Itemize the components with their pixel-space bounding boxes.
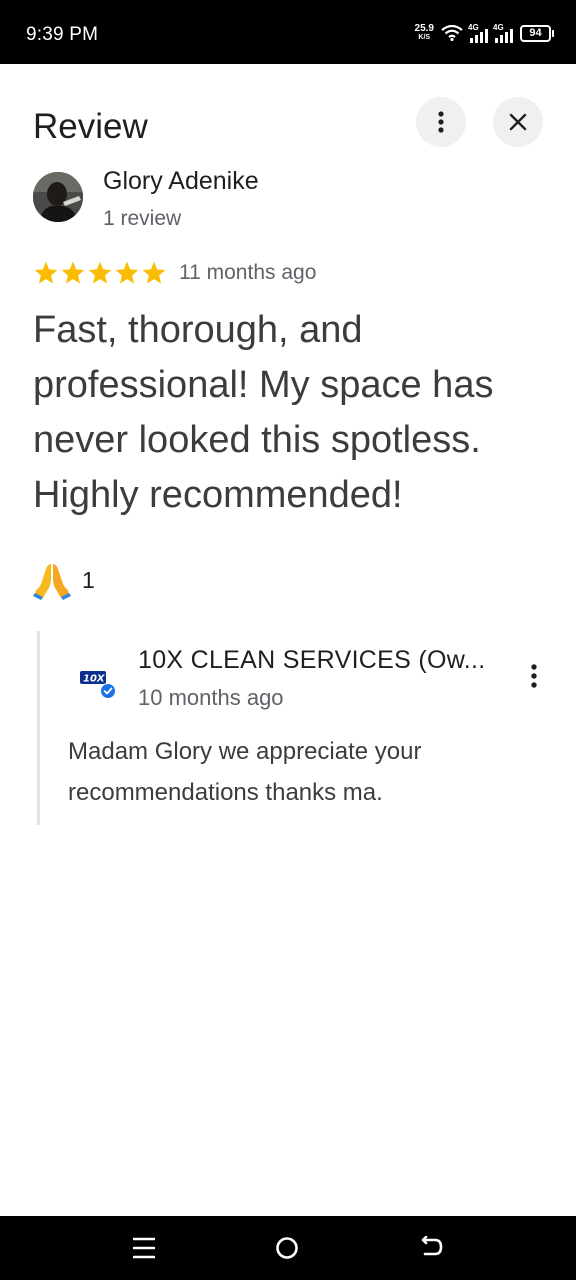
home-icon (276, 1237, 298, 1259)
recents-button[interactable] (129, 1234, 159, 1262)
home-button[interactable] (272, 1234, 302, 1262)
more-vert-icon (531, 664, 537, 688)
status-time: 9:39 PM (26, 24, 99, 45)
network-speed: 25.9 K/S (415, 24, 434, 42)
review-text: Fast, thorough, and professional! My spa… (33, 309, 494, 516)
owner-reply-date: 10 months ago (138, 685, 284, 710)
reply-more-options-button[interactable] (520, 661, 548, 691)
more-options-button[interactable] (416, 97, 466, 147)
star-icon (142, 261, 166, 284)
status-bar: 9:39 PM 25.9 K/S 4G 4G 94 (0, 0, 576, 64)
close-icon (509, 113, 527, 131)
reviewer-name[interactable]: Glory Adenike (103, 167, 259, 196)
star-icon (115, 261, 139, 284)
folded-hands-emoji-icon (33, 564, 71, 600)
owner-name[interactable]: 10X CLEAN SERVICES (Ow... (138, 646, 485, 675)
battery-level: 94 (520, 24, 551, 42)
owner-logo-text: 10X (83, 674, 106, 685)
star-icon (34, 261, 58, 284)
recents-icon (133, 1237, 155, 1259)
rating-row: 11 months ago (33, 260, 316, 286)
page-title: Review (33, 107, 148, 146)
reviewer-review-count: 1 review (103, 207, 182, 230)
owner-reply: 10X 10X CLEAN SERVICES (Ow... 10 months … (37, 631, 557, 825)
close-button[interactable] (493, 97, 543, 147)
avatar-photo (33, 172, 83, 222)
signal-sim2-icon: 4G (493, 23, 513, 43)
wifi-icon (441, 25, 463, 41)
network-speed-value: 25.9 (414, 23, 434, 34)
battery-icon: 94 (520, 24, 554, 42)
reaction-button[interactable]: 1 (33, 560, 95, 600)
reaction-count: 1 (82, 566, 95, 593)
back-button[interactable] (417, 1234, 447, 1262)
reviewer-avatar[interactable] (33, 172, 83, 222)
signal-sim1-icon: 4G (468, 23, 488, 43)
owner-logo-icon[interactable]: 10X (80, 668, 116, 700)
more-vert-icon (438, 111, 444, 133)
owner-reply-text: Madam Glory we appreciate your recommend… (68, 738, 422, 806)
star-rating (33, 260, 167, 286)
review-date: 11 months ago (179, 261, 317, 284)
network-speed-unit: K/S (418, 34, 431, 41)
review-sheet: Review Glory Adenike 1 review 11 months … (0, 64, 576, 1216)
star-icon (61, 261, 85, 284)
star-icon (88, 261, 112, 284)
back-icon (421, 1236, 443, 1256)
navigation-bar (0, 1216, 576, 1280)
status-icons: 25.9 K/S 4G 4G 94 (415, 20, 554, 46)
